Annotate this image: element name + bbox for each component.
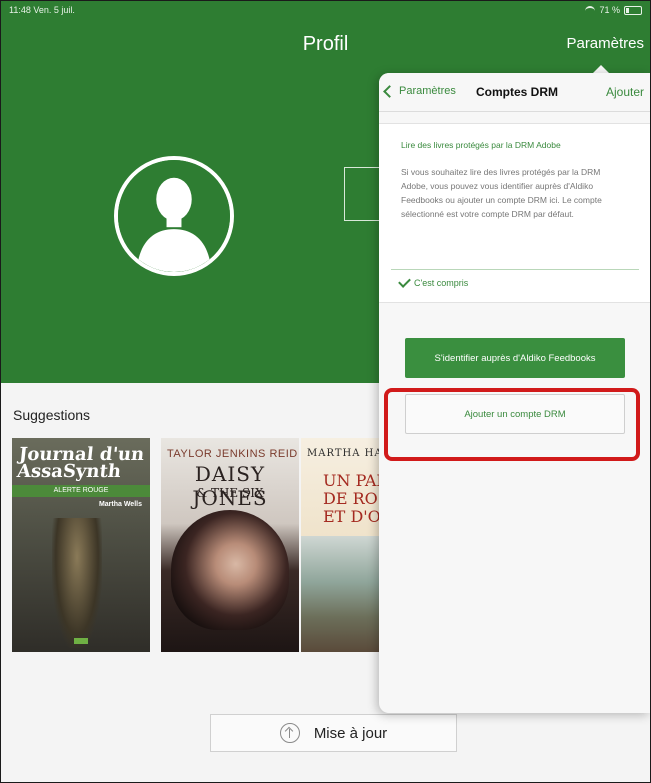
login-aldiko-button[interactable]: S'identifier auprès d'Aldiko Feedbooks — [405, 338, 625, 378]
book-subtitle: & THE SIX — [196, 486, 264, 500]
chevron-left-icon — [383, 84, 396, 98]
info-body: Si vous souhaitez lire des livres protég… — [401, 167, 602, 219]
popover-title: Comptes DRM — [475, 85, 558, 99]
book-author: TAYLOR JENKINS REID — [167, 448, 298, 460]
book-cover[interactable]: Journal d'un AssaSynth ALERTE ROUGE Mart… — [12, 438, 150, 652]
wifi-icon — [585, 5, 596, 15]
divider — [391, 269, 639, 270]
book-cover[interactable]: TAYLOR JENKINS REID DAISY JONES & THE SI… — [161, 438, 299, 652]
book-title: UN PAR DE RO ET D'OU — [323, 471, 381, 526]
avatar[interactable] — [114, 156, 234, 276]
book-author: Martha Wells — [98, 501, 142, 508]
status-indicators: 71 % — [585, 5, 642, 15]
book-title: Journal d'un AssaSynth — [16, 444, 146, 482]
highlight-annotation — [384, 388, 640, 461]
update-button[interactable]: Mise à jour — [210, 714, 457, 752]
checkmark-icon — [398, 275, 411, 288]
book-artwork — [52, 518, 102, 648]
acknowledge-button[interactable]: C'est compris — [398, 275, 469, 288]
book-artwork — [301, 536, 381, 652]
book-artwork — [171, 510, 289, 630]
popover-nav-bar: Paramètres Comptes DRM Ajouter — [379, 73, 650, 112]
upload-circle-icon — [279, 723, 300, 743]
settings-button[interactable]: Paramètres — [566, 35, 644, 52]
update-button-label: Mise à jour — [313, 724, 388, 742]
publisher-logo — [74, 638, 88, 644]
battery-percent: 71 % — [599, 5, 620, 15]
acknowledge-label: C'est compris — [414, 278, 469, 288]
add-account-button[interactable]: Ajouter — [606, 85, 644, 99]
suggestions-heading: Suggestions — [13, 407, 91, 423]
book-author: MARTHA HA — [307, 448, 381, 459]
screen-frame: 11:48 Ven. 5 juil. 71 % Profil Paramètre… — [0, 0, 651, 783]
book-band: ALERTE ROUGE — [12, 485, 150, 497]
status-bar: 11:48 Ven. 5 juil. 71 % — [1, 1, 650, 19]
status-time-date: 11:48 Ven. 5 juil. — [9, 5, 75, 15]
book-cover[interactable]: MARTHA HA UN PAR DE RO ET D'OU — [301, 438, 381, 652]
info-heading: Lire des livres protégés par la DRM Adob… — [401, 140, 561, 150]
page-title: Profil — [302, 33, 349, 55]
drm-info-card: Lire des livres protégés par la DRM Adob… — [379, 123, 650, 303]
battery-icon — [624, 5, 642, 15]
user-silhouette-icon — [118, 160, 230, 272]
